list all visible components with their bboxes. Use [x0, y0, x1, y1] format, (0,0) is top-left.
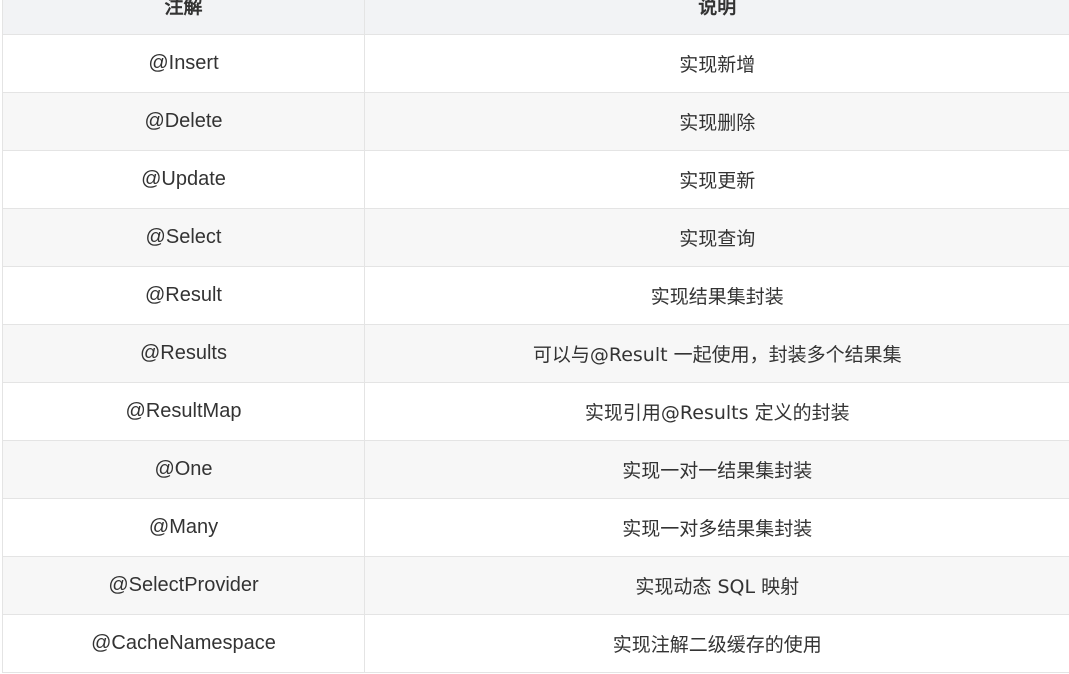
annotation-table: 注解 说明 @Insert 实现新增 @Delete 实现删除 @Update … [2, 0, 1069, 673]
annotation-cell: @Insert [2, 34, 365, 93]
table-row: @Update 实现更新 [2, 150, 1069, 209]
table-body: @Insert 实现新增 @Delete 实现删除 @Update 实现更新 @… [2, 34, 1069, 673]
annotation-table-container: 注解 说明 @Insert 实现新增 @Delete 实现删除 @Update … [2, 0, 1069, 673]
table-row: @Delete 实现删除 [2, 92, 1069, 151]
annotation-cell: @Update [2, 150, 365, 209]
annotation-cell: @Result [2, 266, 365, 325]
description-cell: 实现引用@Results 定义的封装 [364, 382, 1069, 441]
header-annotation: 注解 [2, 0, 365, 35]
table-header: 注解 说明 [2, 0, 1069, 35]
table-row: @CacheNamespace 实现注解二级缓存的使用 [2, 614, 1069, 673]
table-row: @ResultMap 实现引用@Results 定义的封装 [2, 382, 1069, 441]
annotation-cell: @ResultMap [2, 382, 365, 441]
table-row: @Insert 实现新增 [2, 34, 1069, 93]
description-cell: 实现动态 SQL 映射 [364, 556, 1069, 615]
annotation-cell: @Select [2, 208, 365, 267]
description-cell: 实现一对多结果集封装 [364, 498, 1069, 557]
description-cell: 实现一对一结果集封装 [364, 440, 1069, 499]
header-row: 注解 说明 [2, 0, 1069, 35]
description-cell: 实现新增 [364, 34, 1069, 93]
annotation-cell: @Delete [2, 92, 365, 151]
annotation-cell: @CacheNamespace [2, 614, 365, 673]
annotation-cell: @One [2, 440, 365, 499]
description-cell: 实现删除 [364, 92, 1069, 151]
description-cell: 实现结果集封装 [364, 266, 1069, 325]
description-cell: 实现更新 [364, 150, 1069, 209]
annotation-cell: @Many [2, 498, 365, 557]
annotation-cell: @Results [2, 324, 365, 383]
annotation-cell: @SelectProvider [2, 556, 365, 615]
table-row: @SelectProvider 实现动态 SQL 映射 [2, 556, 1069, 615]
table-row: @Result 实现结果集封装 [2, 266, 1069, 325]
table-row: @One 实现一对一结果集封装 [2, 440, 1069, 499]
header-description: 说明 [364, 0, 1069, 35]
description-cell: 可以与@Result 一起使用，封装多个结果集 [364, 324, 1069, 383]
description-cell: 实现查询 [364, 208, 1069, 267]
description-cell: 实现注解二级缓存的使用 [364, 614, 1069, 673]
table-row: @Select 实现查询 [2, 208, 1069, 267]
table-row: @Many 实现一对多结果集封装 [2, 498, 1069, 557]
table-row: @Results 可以与@Result 一起使用，封装多个结果集 [2, 324, 1069, 383]
